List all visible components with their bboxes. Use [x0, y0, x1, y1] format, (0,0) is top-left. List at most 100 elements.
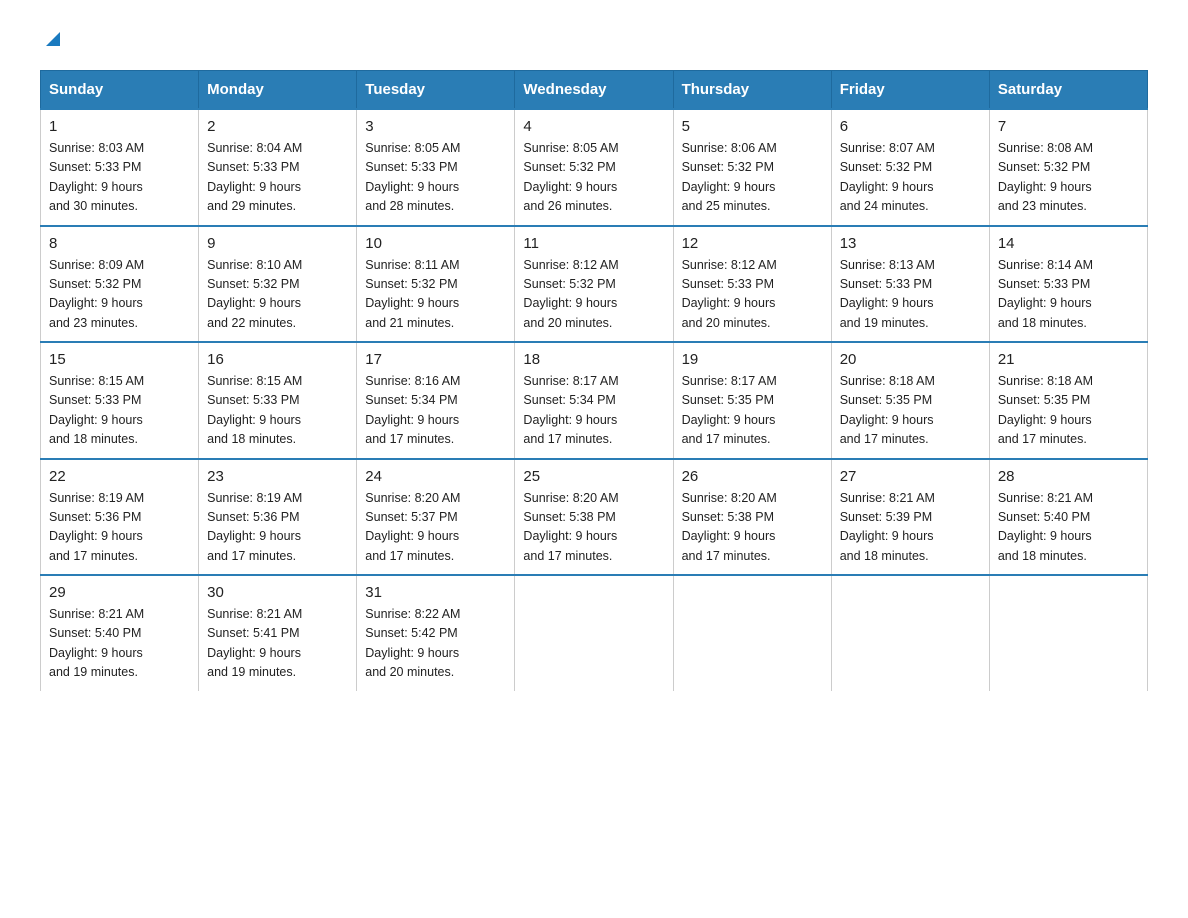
calendar-cell: 11 Sunrise: 8:12 AMSunset: 5:32 PMDaylig… — [515, 226, 673, 343]
day-info: Sunrise: 8:15 AMSunset: 5:33 PMDaylight:… — [49, 374, 144, 446]
day-number: 3 — [365, 118, 506, 135]
day-number: 11 — [523, 235, 664, 252]
day-number: 7 — [998, 118, 1139, 135]
day-number: 27 — [840, 468, 981, 485]
calendar-cell: 28 Sunrise: 8:21 AMSunset: 5:40 PMDaylig… — [989, 459, 1147, 576]
day-number: 10 — [365, 235, 506, 252]
day-number: 15 — [49, 351, 190, 368]
calendar-cell — [515, 575, 673, 691]
calendar-cell: 31 Sunrise: 8:22 AMSunset: 5:42 PMDaylig… — [357, 575, 515, 691]
day-number: 1 — [49, 118, 190, 135]
day-number: 4 — [523, 118, 664, 135]
day-info: Sunrise: 8:06 AMSunset: 5:32 PMDaylight:… — [682, 141, 777, 213]
day-info: Sunrise: 8:21 AMSunset: 5:39 PMDaylight:… — [840, 491, 935, 563]
day-number: 24 — [365, 468, 506, 485]
day-info: Sunrise: 8:21 AMSunset: 5:41 PMDaylight:… — [207, 607, 302, 679]
calendar-cell — [989, 575, 1147, 691]
logo — [40, 30, 64, 50]
day-number: 17 — [365, 351, 506, 368]
calendar-cell: 14 Sunrise: 8:14 AMSunset: 5:33 PMDaylig… — [989, 226, 1147, 343]
day-info: Sunrise: 8:20 AMSunset: 5:38 PMDaylight:… — [523, 491, 618, 563]
calendar-table: SundayMondayTuesdayWednesdayThursdayFrid… — [40, 70, 1148, 691]
calendar-cell: 8 Sunrise: 8:09 AMSunset: 5:32 PMDayligh… — [41, 226, 199, 343]
calendar-cell — [831, 575, 989, 691]
day-info: Sunrise: 8:22 AMSunset: 5:42 PMDaylight:… — [365, 607, 460, 679]
day-info: Sunrise: 8:05 AMSunset: 5:32 PMDaylight:… — [523, 141, 618, 213]
calendar-cell: 25 Sunrise: 8:20 AMSunset: 5:38 PMDaylig… — [515, 459, 673, 576]
calendar-cell: 22 Sunrise: 8:19 AMSunset: 5:36 PMDaylig… — [41, 459, 199, 576]
col-header-thursday: Thursday — [673, 71, 831, 110]
day-number: 12 — [682, 235, 823, 252]
calendar-cell: 2 Sunrise: 8:04 AMSunset: 5:33 PMDayligh… — [199, 109, 357, 226]
day-info: Sunrise: 8:10 AMSunset: 5:32 PMDaylight:… — [207, 258, 302, 330]
calendar-cell: 16 Sunrise: 8:15 AMSunset: 5:33 PMDaylig… — [199, 342, 357, 459]
day-number: 5 — [682, 118, 823, 135]
day-number: 29 — [49, 584, 190, 601]
day-info: Sunrise: 8:07 AMSunset: 5:32 PMDaylight:… — [840, 141, 935, 213]
calendar-cell: 26 Sunrise: 8:20 AMSunset: 5:38 PMDaylig… — [673, 459, 831, 576]
calendar-cell: 6 Sunrise: 8:07 AMSunset: 5:32 PMDayligh… — [831, 109, 989, 226]
calendar-week-row: 22 Sunrise: 8:19 AMSunset: 5:36 PMDaylig… — [41, 459, 1148, 576]
day-info: Sunrise: 8:03 AMSunset: 5:33 PMDaylight:… — [49, 141, 144, 213]
calendar-week-row: 15 Sunrise: 8:15 AMSunset: 5:33 PMDaylig… — [41, 342, 1148, 459]
day-info: Sunrise: 8:20 AMSunset: 5:38 PMDaylight:… — [682, 491, 777, 563]
col-header-saturday: Saturday — [989, 71, 1147, 110]
day-info: Sunrise: 8:09 AMSunset: 5:32 PMDaylight:… — [49, 258, 144, 330]
calendar-week-row: 1 Sunrise: 8:03 AMSunset: 5:33 PMDayligh… — [41, 109, 1148, 226]
calendar-cell: 1 Sunrise: 8:03 AMSunset: 5:33 PMDayligh… — [41, 109, 199, 226]
day-number: 19 — [682, 351, 823, 368]
col-header-friday: Friday — [831, 71, 989, 110]
day-info: Sunrise: 8:12 AMSunset: 5:33 PMDaylight:… — [682, 258, 777, 330]
day-info: Sunrise: 8:19 AMSunset: 5:36 PMDaylight:… — [207, 491, 302, 563]
day-info: Sunrise: 8:21 AMSunset: 5:40 PMDaylight:… — [998, 491, 1093, 563]
calendar-cell: 18 Sunrise: 8:17 AMSunset: 5:34 PMDaylig… — [515, 342, 673, 459]
calendar-header-row: SundayMondayTuesdayWednesdayThursdayFrid… — [41, 71, 1148, 110]
day-info: Sunrise: 8:12 AMSunset: 5:32 PMDaylight:… — [523, 258, 618, 330]
calendar-cell: 30 Sunrise: 8:21 AMSunset: 5:41 PMDaylig… — [199, 575, 357, 691]
day-number: 14 — [998, 235, 1139, 252]
calendar-cell: 17 Sunrise: 8:16 AMSunset: 5:34 PMDaylig… — [357, 342, 515, 459]
calendar-cell: 13 Sunrise: 8:13 AMSunset: 5:33 PMDaylig… — [831, 226, 989, 343]
calendar-cell: 29 Sunrise: 8:21 AMSunset: 5:40 PMDaylig… — [41, 575, 199, 691]
calendar-week-row: 8 Sunrise: 8:09 AMSunset: 5:32 PMDayligh… — [41, 226, 1148, 343]
calendar-cell: 7 Sunrise: 8:08 AMSunset: 5:32 PMDayligh… — [989, 109, 1147, 226]
logo-triangle-icon — [42, 28, 64, 50]
calendar-cell: 24 Sunrise: 8:20 AMSunset: 5:37 PMDaylig… — [357, 459, 515, 576]
col-header-wednesday: Wednesday — [515, 71, 673, 110]
day-number: 25 — [523, 468, 664, 485]
day-info: Sunrise: 8:08 AMSunset: 5:32 PMDaylight:… — [998, 141, 1093, 213]
calendar-cell: 23 Sunrise: 8:19 AMSunset: 5:36 PMDaylig… — [199, 459, 357, 576]
calendar-cell: 10 Sunrise: 8:11 AMSunset: 5:32 PMDaylig… — [357, 226, 515, 343]
col-header-monday: Monday — [199, 71, 357, 110]
calendar-cell: 19 Sunrise: 8:17 AMSunset: 5:35 PMDaylig… — [673, 342, 831, 459]
day-number: 26 — [682, 468, 823, 485]
day-info: Sunrise: 8:13 AMSunset: 5:33 PMDaylight:… — [840, 258, 935, 330]
calendar-cell: 3 Sunrise: 8:05 AMSunset: 5:33 PMDayligh… — [357, 109, 515, 226]
day-info: Sunrise: 8:17 AMSunset: 5:35 PMDaylight:… — [682, 374, 777, 446]
day-number: 8 — [49, 235, 190, 252]
day-number: 23 — [207, 468, 348, 485]
day-number: 9 — [207, 235, 348, 252]
day-info: Sunrise: 8:11 AMSunset: 5:32 PMDaylight:… — [365, 258, 459, 330]
day-info: Sunrise: 8:19 AMSunset: 5:36 PMDaylight:… — [49, 491, 144, 563]
day-number: 28 — [998, 468, 1139, 485]
calendar-cell: 27 Sunrise: 8:21 AMSunset: 5:39 PMDaylig… — [831, 459, 989, 576]
day-number: 13 — [840, 235, 981, 252]
calendar-cell — [673, 575, 831, 691]
day-info: Sunrise: 8:16 AMSunset: 5:34 PMDaylight:… — [365, 374, 460, 446]
day-info: Sunrise: 8:04 AMSunset: 5:33 PMDaylight:… — [207, 141, 302, 213]
day-number: 2 — [207, 118, 348, 135]
calendar-cell: 15 Sunrise: 8:15 AMSunset: 5:33 PMDaylig… — [41, 342, 199, 459]
calendar-cell: 9 Sunrise: 8:10 AMSunset: 5:32 PMDayligh… — [199, 226, 357, 343]
day-number: 18 — [523, 351, 664, 368]
day-info: Sunrise: 8:18 AMSunset: 5:35 PMDaylight:… — [840, 374, 935, 446]
calendar-cell: 20 Sunrise: 8:18 AMSunset: 5:35 PMDaylig… — [831, 342, 989, 459]
calendar-cell: 21 Sunrise: 8:18 AMSunset: 5:35 PMDaylig… — [989, 342, 1147, 459]
day-number: 16 — [207, 351, 348, 368]
calendar-cell: 4 Sunrise: 8:05 AMSunset: 5:32 PMDayligh… — [515, 109, 673, 226]
day-number: 30 — [207, 584, 348, 601]
calendar-cell: 12 Sunrise: 8:12 AMSunset: 5:33 PMDaylig… — [673, 226, 831, 343]
day-number: 31 — [365, 584, 506, 601]
day-info: Sunrise: 8:14 AMSunset: 5:33 PMDaylight:… — [998, 258, 1093, 330]
page-header — [40, 30, 1148, 50]
